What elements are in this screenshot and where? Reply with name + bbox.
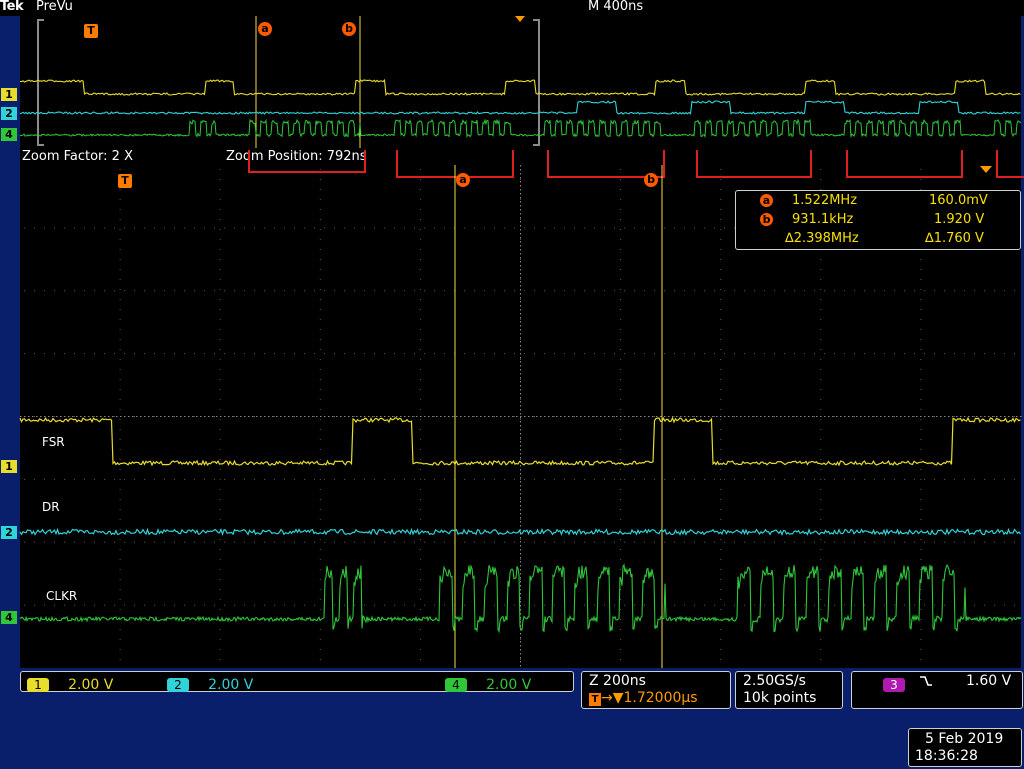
trigger-marker[interactable]: T (118, 174, 132, 188)
trigger-level: 1.60 V (966, 673, 1012, 689)
falling-edge-icon (920, 676, 932, 686)
ch1-signal-label: FSR (42, 435, 65, 449)
delta-voltage: ∆1.760 V (925, 231, 984, 246)
overview-ch4-marker[interactable]: 4 (1, 128, 17, 141)
delta-frequency: ∆2.398MHz (785, 231, 859, 246)
ch1-badge: 1 (27, 678, 49, 692)
arrow-right-icon: → (601, 690, 613, 706)
overview-waveform-panel[interactable] (20, 15, 1021, 148)
overview-cursor-b-marker[interactable]: b (342, 22, 356, 36)
timebase-readout[interactable]: M 400ns (588, 0, 643, 14)
time-readout: 18:36:28 (915, 748, 978, 764)
ch4-badge: 4 (445, 678, 467, 692)
ch2-scale[interactable]: 2 2.00 V (167, 674, 253, 693)
cursor-a-badge: a (760, 194, 773, 207)
trigger-t-icon: T (589, 693, 601, 706)
ch4-volts-per-div: 2.00 V (486, 677, 532, 693)
cursor-a-frequency: 1.522MHz (792, 193, 858, 208)
cursor-a-marker[interactable]: a (456, 173, 470, 187)
overview-trigger-marker[interactable]: T (84, 24, 98, 38)
zoom-position-readout[interactable]: Zoom Position: 792ns (226, 149, 367, 164)
cursor-readout-box[interactable]: a 1.522MHz 160.0mV b 931.1kHz 1.920 V ∆2… (735, 190, 1021, 250)
title-bar (0, 0, 1024, 16)
overview-ch2-marker[interactable]: 2 (1, 107, 17, 120)
ch1-volts-per-div: 2.00 V (68, 677, 114, 693)
cursor-b-voltage: 1.920 V (934, 212, 985, 227)
ch4-scale[interactable]: 4 2.00 V (445, 674, 531, 693)
ch3-badge: 3 (883, 678, 905, 692)
ch4-signal-label: CLKR (46, 589, 78, 603)
cursor-b-marker[interactable]: b (644, 173, 658, 187)
ch1-scale[interactable]: 1 2.00 V (27, 674, 113, 693)
ch4-ground-marker[interactable]: 4 (1, 611, 17, 624)
acquisition-mode: PreVu (36, 0, 73, 14)
brand-logo: Tek (0, 0, 24, 14)
cursor-b-frequency: 931.1kHz (792, 212, 854, 227)
ch1-ground-marker[interactable]: 1 (1, 460, 17, 473)
overview-cursor-a-marker[interactable]: a (258, 22, 272, 36)
zoom-info-strip (20, 148, 1021, 165)
ch2-ground-marker[interactable]: 2 (1, 526, 17, 539)
overview-ch1-marker[interactable]: 1 (1, 88, 17, 101)
sample-rate: 2.50GS/s (743, 673, 806, 689)
trigger-position-readout: T →▼1.72000µs (589, 690, 698, 706)
trigger-position-value: ▼1.72000µs (612, 690, 698, 706)
ch2-volts-per-div: 2.00 V (208, 677, 254, 693)
date-readout: 5 Feb 2019 (925, 731, 1004, 747)
cursor-a-voltage: 160.0mV (929, 193, 988, 208)
record-length: 10k points (743, 690, 817, 706)
ch2-badge: 2 (167, 678, 189, 692)
zoom-factor-readout[interactable]: Zoom Factor: 2 X (22, 149, 133, 164)
ch2-signal-label: DR (42, 500, 60, 514)
zoom-scale: Z 200ns (589, 673, 646, 689)
trigger-source: 3 (883, 674, 905, 693)
cursor-b-badge: b (760, 213, 773, 226)
